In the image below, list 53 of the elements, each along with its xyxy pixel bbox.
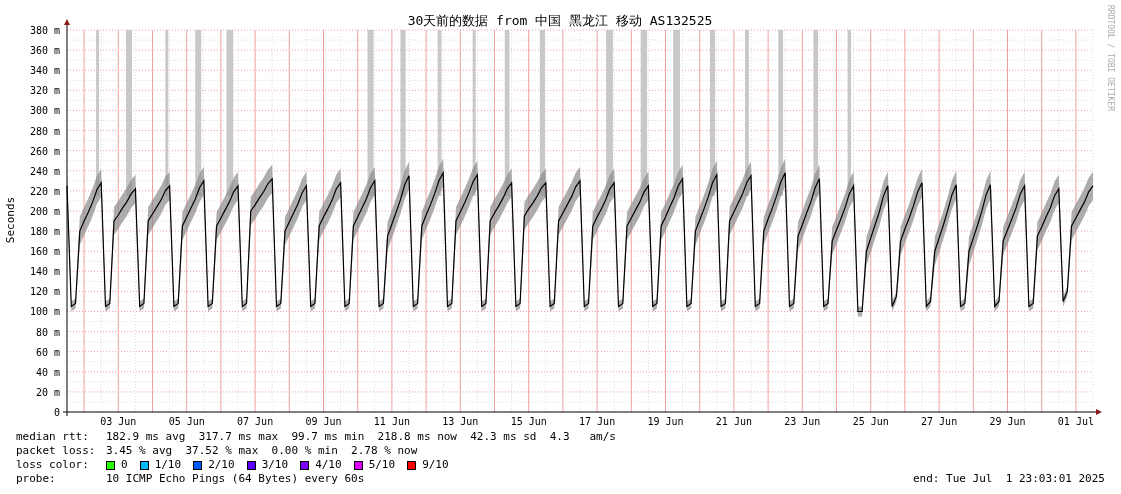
y-tick-label: 380 m [29, 25, 60, 36]
legend-label: loss color: [16, 458, 90, 472]
legend-text: 1/10 [154, 458, 182, 472]
y-tick-label: 280 m [29, 125, 60, 137]
y-tick-label: 0 [53, 407, 60, 418]
legend-text: 0 [121, 458, 128, 472]
y-tick-label: 60 m [35, 346, 60, 358]
y-tick-label: 140 m [29, 266, 60, 278]
x-tick-label: 25 Jun [852, 416, 889, 427]
legend-text: 3/10 [261, 458, 289, 472]
credit-text: RRDTOOL / TOBI OETIKER [1106, 5, 1115, 111]
chart-title: 30天前的数据 from 中国 黑龙江 移动 AS132525 [407, 13, 713, 28]
legend-label: probe: [16, 472, 57, 486]
x-tick-label: 05 Jun [168, 416, 205, 427]
x-tick-label: 17 Jun [579, 416, 616, 427]
x-tick-label: 01 Jul [1057, 416, 1094, 427]
legend-text: 4/10 [315, 458, 342, 472]
y-tick-label: 80 m [35, 326, 60, 338]
x-tick-label: 03 Jun [100, 416, 137, 427]
legend-text: 3.45 % avg 37.52 % max 0.00 % min 2.78 % now [106, 444, 418, 458]
x-tick-label: 15 Jun [510, 416, 547, 427]
legend-label: packet loss: [16, 444, 97, 458]
x-tick-label: 21 Jun [715, 416, 752, 427]
y-tick-label: 300 m [29, 105, 60, 117]
y-tick-label: 180 m [29, 226, 60, 238]
x-tick-label: 09 Jun [305, 416, 342, 427]
y-tick-label: 100 m [29, 306, 60, 318]
x-tick-label: 11 Jun [373, 416, 410, 427]
y-tick-label: 20 m [35, 386, 60, 398]
x-tick-label: 13 Jun [442, 416, 479, 427]
legend-text: 9/10 [422, 458, 449, 472]
y-tick-label: 360 m [29, 45, 60, 57]
y-tick-label: 320 m [29, 85, 60, 97]
legend-text: 10 ICMP Echo Pings (64 Bytes) every 60s [106, 472, 365, 486]
y-tick-label: 240 m [29, 165, 60, 177]
y-tick-label: 260 m [29, 145, 60, 157]
y-tick-label: 200 m [29, 205, 60, 217]
x-tick-label: 19 Jun [647, 416, 684, 427]
x-tick-label: 07 Jun [237, 416, 274, 427]
y-tick-label: 340 m [29, 65, 60, 77]
legend-text: 5/10 [368, 458, 396, 472]
y-tick-label: 40 m [35, 366, 60, 378]
x-tick-label: 29 Jun [989, 416, 1026, 427]
x-tick-label: 27 Jun [921, 416, 958, 427]
y-tick-label: 220 m [29, 185, 60, 197]
x-tick-label: 23 Jun [784, 416, 821, 427]
legend-text: 182.9 ms avg 317.7 ms max 99.7 ms min 218.8 ms now 42.3 ms sd 4.3 am/s [106, 430, 616, 444]
y-axis-label: Seconds [4, 196, 17, 244]
legend-text: 2/10 [208, 458, 235, 472]
end-time-text: end: Tue Jul 1 23:03:01 2025 [912, 472, 1105, 486]
legend-label: median rtt: [16, 430, 90, 444]
y-tick-label: 160 m [29, 246, 60, 258]
y-tick-label: 120 m [29, 286, 60, 298]
